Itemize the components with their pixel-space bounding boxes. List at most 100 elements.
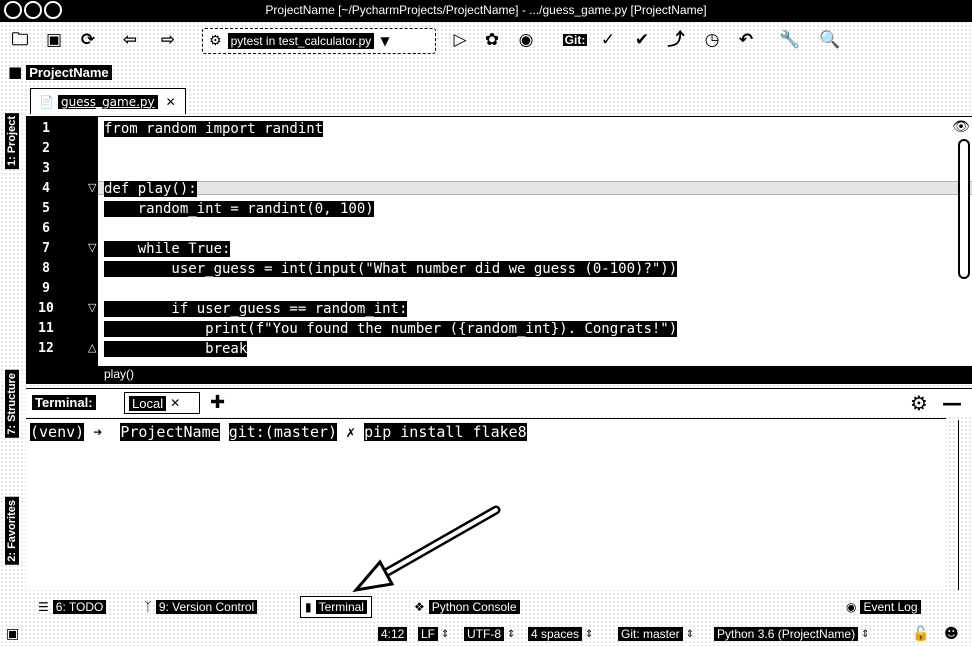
vcs-update-icon[interactable]: ✓	[596, 28, 620, 52]
line-number: 11	[38, 321, 54, 336]
title-bar: ProjectName [~/PycharmProjects/ProjectNa…	[0, 0, 972, 22]
line-number: 12	[38, 341, 54, 356]
vcs-history-icon[interactable]: ◷	[700, 28, 724, 52]
line-number: 8	[42, 261, 50, 276]
folder-icon: ■	[8, 63, 23, 81]
interpreter-selector[interactable]: Python 3.6 (ProjectName) ⇕	[714, 625, 869, 643]
code-line: break	[104, 341, 248, 357]
event-log-tool-tab[interactable]: ◉ Event Log	[842, 596, 925, 618]
open-folder-icon[interactable]: 🗀	[8, 28, 32, 52]
run-configuration-selector[interactable]: ⚙ pytest in test_calculator.py ▼	[202, 28, 436, 54]
line-number: 2	[42, 141, 50, 156]
run-config-label: pytest in test_calculator.py	[227, 33, 375, 49]
coverage-icon[interactable]: ◉	[514, 28, 538, 52]
project-tab-label: 1: Project	[5, 112, 19, 170]
chevron-updown-icon: ⇕	[685, 628, 695, 640]
run-icon[interactable]: ▷	[448, 28, 472, 52]
fold-marker-icon[interactable]: ▽	[88, 241, 96, 254]
prompt-dirty-mark-icon: ✗	[346, 423, 356, 441]
fold-marker-icon[interactable]: △	[88, 341, 96, 354]
minimize-panel-icon[interactable]: —	[942, 391, 962, 415]
wrench-icon[interactable]: 🔧	[778, 28, 802, 52]
git-branch-selector[interactable]: Git: master ⇕	[618, 625, 694, 643]
line-separator-selector[interactable]: LF ⇕	[418, 625, 449, 643]
window-title: ProjectName [~/PycharmProjects/ProjectNa…	[265, 3, 707, 17]
pytest-icon: ⚙	[209, 33, 222, 49]
bottom-tool-tabs: ☰ 6: TODO ᛉ 9: Version Control ▮ Termina…	[26, 594, 972, 620]
indent-selector[interactable]: 4 spaces ⇕	[528, 625, 593, 643]
code-line: from random import randint	[104, 121, 324, 137]
line-number: 9	[42, 281, 50, 296]
save-icon[interactable]: ▣	[42, 28, 66, 52]
new-terminal-tab-icon[interactable]: ✚	[210, 392, 225, 413]
line-number: 6	[42, 221, 50, 236]
encoding-selector[interactable]: UTF-8 ⇕	[464, 625, 515, 643]
editor-scrollbar[interactable]	[958, 139, 970, 279]
gear-icon[interactable]: ⚙	[910, 391, 928, 415]
todo-tool-tab[interactable]: ☰ 6: TODO	[34, 596, 110, 618]
python-console-tool-tab[interactable]: ❖ Python Console	[410, 596, 524, 618]
line-number: 5	[42, 201, 50, 216]
main-toolbar: 🗀 ▣ ⟳ ⇦ ⇨ ⚙ pytest in test_calculator.py…	[0, 22, 972, 60]
chevron-updown-icon: ⇕	[861, 628, 870, 640]
line-number: 10	[38, 301, 54, 316]
vcs-menu[interactable]: Git:	[560, 28, 590, 52]
close-icon[interactable]: ✕	[170, 396, 180, 410]
python-file-icon: 📄	[39, 94, 54, 109]
line-number: 7	[42, 241, 50, 256]
code-line: if user_guess == random_int:	[104, 301, 408, 317]
chevron-updown-icon: ⇕	[585, 628, 594, 640]
todo-tab-label: 6: TODO	[52, 600, 107, 614]
eye-icon[interactable]: 👁	[952, 119, 970, 135]
fold-marker-icon[interactable]: ▽	[88, 301, 96, 314]
close-icon[interactable]: ✕	[166, 95, 176, 109]
status-bar: ▣ 4:12 LF ⇕ UTF-8 ⇕ 4 spaces ⇕ Git: master ⇕…	[0, 622, 972, 646]
chevron-updown-icon: ⇕	[507, 628, 516, 640]
line-number: 3	[42, 161, 50, 176]
vcs-push-icon[interactable]: ⤴	[664, 28, 688, 52]
list-icon: ☰	[38, 600, 49, 614]
breadcrumb-project[interactable]: ProjectName	[26, 64, 112, 80]
terminal-scrollbar[interactable]	[958, 420, 970, 590]
scope-label[interactable]: play()	[104, 367, 134, 381]
code-line: while True:	[104, 241, 231, 257]
python-icon: ❖	[414, 600, 425, 614]
chevron-down-icon: ▼	[380, 34, 390, 48]
structure-tab-label: 7: Structure	[5, 370, 19, 438]
terminal-prompt-line: (venv) ➔ ProjectName git:(master) ✗ pip …	[30, 423, 527, 441]
structure-tool-tab[interactable]: 7: Structure	[2, 354, 22, 454]
sync-icon[interactable]: ⟳	[76, 28, 100, 52]
chevron-updown-icon: ⇕	[441, 628, 450, 640]
code-line: def play():	[104, 181, 197, 197]
panel-toggle-icon[interactable]: ▣	[6, 625, 19, 643]
favorites-tool-tab[interactable]: 2: Favorites	[2, 476, 22, 586]
code-line: random_int = randint(0, 100)	[104, 201, 374, 217]
inspector-face-icon[interactable]: ☻	[944, 625, 959, 643]
annotation-arrow	[352, 505, 501, 593]
terminal-command: pip install flake8	[364, 423, 527, 441]
terminal-tab-label-bottom: Terminal	[315, 600, 367, 614]
terminal-tab-local[interactable]: Local ✕	[124, 392, 200, 414]
forward-arrow-icon[interactable]: ⇨	[156, 28, 180, 52]
vcs-revert-icon[interactable]: ↶	[734, 28, 758, 52]
back-arrow-icon[interactable]: ⇦	[118, 28, 142, 52]
terminal-tab-label: Local	[129, 395, 167, 411]
prompt-directory: ProjectName	[120, 423, 220, 441]
search-icon[interactable]: 🔍	[818, 28, 842, 52]
event-log-tab-label: Event Log	[860, 600, 921, 614]
prompt-git-branch: git:(master)	[228, 423, 338, 441]
lock-icon[interactable]: 🔓	[912, 625, 929, 643]
project-tool-tab[interactable]: 1: Project	[2, 96, 22, 186]
code-editor[interactable]: 1 2 3 4 5 6 7 8 9 10 11 12 ▽ ▽ ▽ △ from …	[26, 116, 972, 368]
terminal-tool-tab[interactable]: ▮ Terminal	[300, 596, 372, 618]
debug-icon[interactable]: ✿	[480, 28, 504, 52]
favorites-tab-label: 2: Favorites	[5, 497, 19, 565]
prompt-arrow-icon: ➔	[93, 423, 103, 441]
caret-position[interactable]: 4:12	[378, 625, 408, 643]
version-control-tool-tab[interactable]: ᛉ 9: Version Control	[140, 596, 261, 618]
editor-tab-guess-game[interactable]: 📄 guess_game.py ✕	[30, 88, 186, 114]
fold-marker-icon[interactable]: ▽	[88, 181, 96, 194]
current-line-highlight	[98, 181, 972, 195]
vcs-commit-icon[interactable]: ✔	[630, 28, 654, 52]
line-number-gutter: 1 2 3 4 5 6 7 8 9 10 11 12 ▽ ▽ ▽ △	[26, 117, 98, 367]
